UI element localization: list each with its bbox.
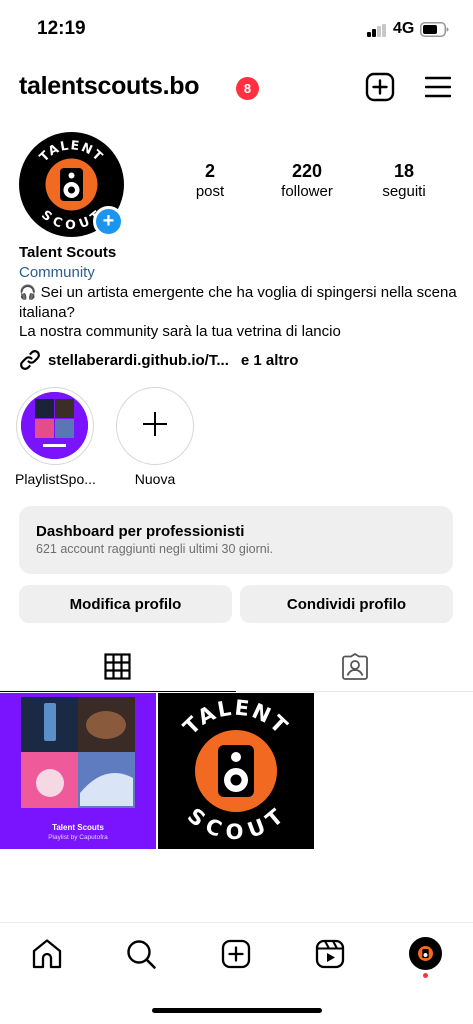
grid-icon [104,653,131,680]
tab-tagged[interactable] [237,645,473,692]
bio-line-2: La nostra community sarà la tua vetrina … [19,323,341,340]
link-icon [20,350,40,370]
bio-line-1: Sei un artista emergente che ha voglia d… [19,284,457,321]
playlist-title: Talent Scouts [52,823,104,832]
post-logo[interactable]: TALENT SCOUT [158,693,314,849]
notification-badge: 8 [236,77,259,100]
post-playlist[interactable]: Talent Scouts Playlist by Caputofra [0,693,156,849]
status-time: 12:19 [37,18,86,39]
followers-label: follower [281,183,333,200]
dashboard-title: Dashboard per professionisti [36,523,245,540]
talent-scout-logo: TALENT SCOUT [158,693,314,849]
tab-grid[interactable] [0,645,236,692]
highlight-new[interactable]: Nuova [115,387,195,487]
battery-icon [420,22,449,37]
highlight-label: PlaylistSpo... [15,471,96,487]
profile-category: Community [19,264,95,281]
username-switcher[interactable]: talentscouts.bo [19,72,200,101]
following-stat[interactable]: 18 seguiti [359,160,449,202]
home-indicator [152,1008,322,1013]
highlight-playlist[interactable]: PlaylistSpo... [15,387,96,487]
add-story-button[interactable]: + [93,206,124,237]
tagged-person-icon [342,653,368,680]
followers-stat[interactable]: 220 follower [262,160,352,202]
highlight-new-label: Nuova [134,471,176,487]
professional-dashboard[interactable]: Dashboard per professionisti 621 account… [19,506,453,574]
content-tabs [0,645,473,692]
bio-text: 🎧 Sei un artista emergente che ha voglia… [19,283,459,342]
create-post-icon[interactable] [219,937,253,971]
following-count: 18 [393,161,415,181]
bottom-nav [0,922,473,982]
profile-tab-avatar[interactable] [409,937,442,970]
playlist-subtitle: Playlist by Caputofra [48,834,108,841]
posts-stat[interactable]: 2 post [165,160,255,202]
signal-icon [367,24,387,37]
status-bar: 12:19 4G [0,0,473,58]
add-post-icon[interactable] [365,72,395,102]
profile-name: Talent Scouts [19,244,117,261]
menu-icon[interactable] [425,75,451,99]
share-profile-button[interactable]: Condividi profilo [240,585,453,623]
headphones-icon: 🎧 [19,284,37,300]
posts-count: 2 [204,161,215,181]
followers-count: 220 [291,161,323,181]
posts-label: post [195,183,225,200]
following-label: seguiti [382,183,426,200]
home-icon[interactable] [30,937,64,971]
profile-activity-dot [423,973,428,978]
reels-icon[interactable] [313,937,347,971]
plus-icon [142,410,168,442]
dashboard-subtitle: 621 account raggiunti negli ultimi 30 gi… [36,542,273,556]
profile-header: talentscouts.bo 8 [0,68,473,108]
link-url[interactable]: stellaberardi.github.io/T... [48,352,229,369]
network-label: 4G [393,20,415,37]
bio-link[interactable]: stellaberardi.github.io/T... e 1 altro [19,348,298,372]
link-more[interactable]: e 1 altro [241,352,299,369]
edit-profile-button[interactable]: Modifica profilo [19,585,232,623]
highlight-cover [21,392,88,459]
search-icon[interactable] [124,937,158,971]
